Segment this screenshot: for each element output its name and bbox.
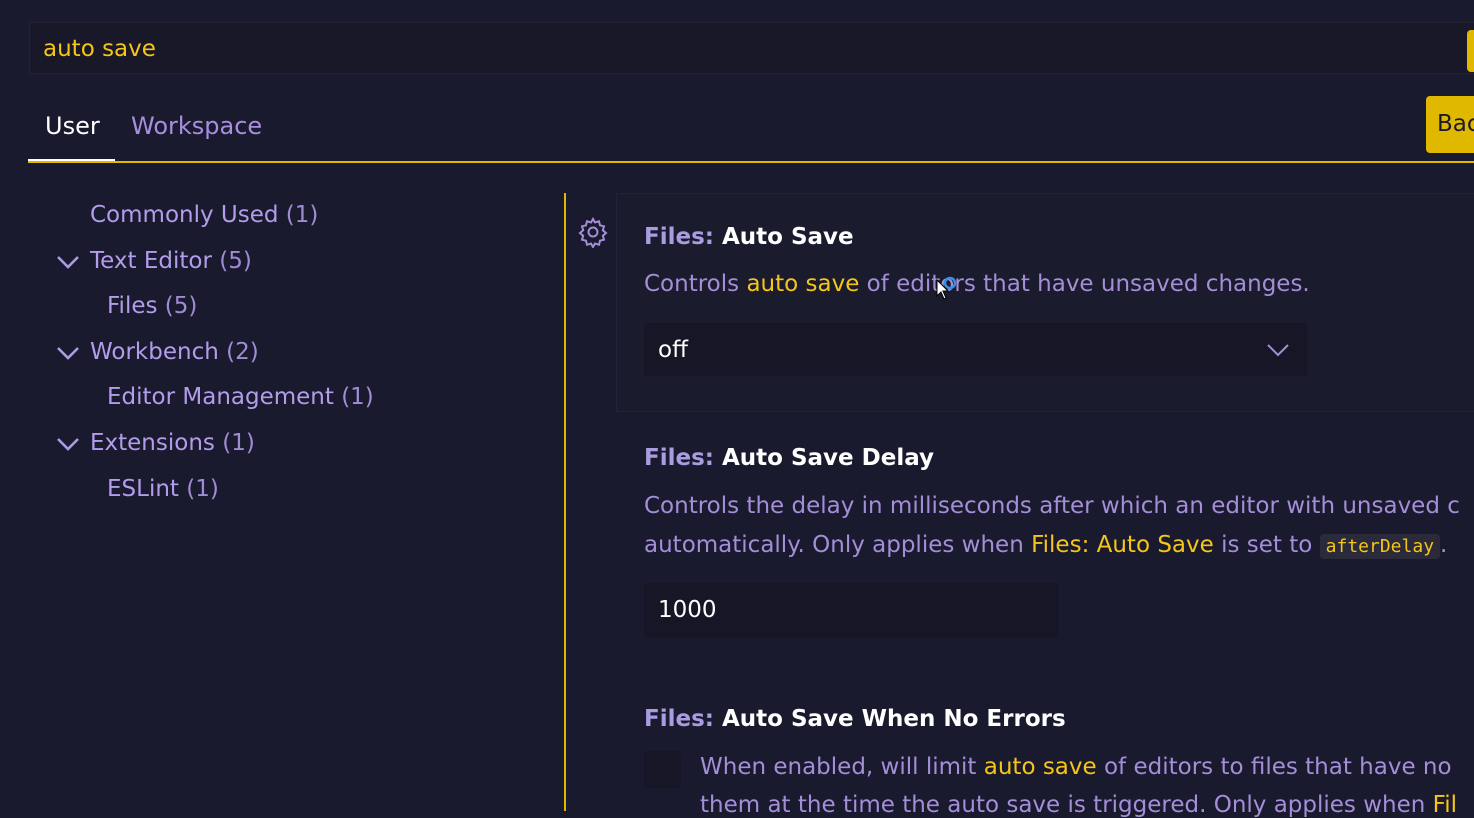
setting-description-auto-save-delay: Controls the delay in milliseconds after… (644, 493, 1460, 519)
auto-save-delay-input[interactable]: 1000 (644, 583, 1058, 638)
setting-description-auto-save-when-no-errors: When enabled, will limit auto save of ed… (700, 754, 1452, 780)
chevron-down-icon[interactable] (56, 432, 80, 456)
mouse-cursor-icon (936, 276, 957, 300)
tab-workspace[interactable]: Workspace (131, 112, 262, 140)
gear-icon[interactable] (577, 216, 609, 248)
toc-item-editor-management[interactable]: Editor Management (1) (107, 384, 374, 410)
toc-item-commonly-used[interactable]: Commonly Used (1) (90, 202, 318, 228)
setting-title-auto-save: Files: Auto Save (644, 224, 854, 250)
tab-user[interactable]: User (45, 112, 100, 140)
setting-description-auto-save-when-no-errors-line2: them at the time the auto save is trigge… (700, 792, 1457, 818)
backup-sync-button[interactable]: Bac (1426, 96, 1474, 153)
setting-title-auto-save-delay: Files: Auto Save Delay (644, 445, 935, 471)
setting-link[interactable]: Files: Auto Save (1031, 532, 1214, 558)
chevron-down-icon (1267, 344, 1289, 357)
setting-description-auto-save: Controls auto save of editors that have … (644, 271, 1310, 297)
tabs-divider (28, 161, 1474, 163)
toc-item-eslint[interactable]: ESLint (1) (107, 476, 219, 502)
input-value: 1000 (658, 597, 717, 623)
setting-title-auto-save-when-no-errors: Files: Auto Save When No Errors (644, 706, 1066, 732)
toc-item-workbench[interactable]: Workbench (2) (90, 339, 259, 365)
toc-item-text-editor[interactable]: Text Editor (5) (90, 248, 252, 274)
focus-indicator-line (564, 193, 566, 811)
toc-item-extensions[interactable]: Extensions (1) (90, 430, 255, 456)
chevron-down-icon[interactable] (56, 341, 80, 365)
auto-save-when-no-errors-checkbox[interactable] (644, 751, 681, 788)
search-action-button[interactable] (1467, 30, 1474, 72)
setting-description-auto-save-delay-line2: automatically. Only applies when Files: … (644, 532, 1448, 559)
chevron-down-icon[interactable] (56, 250, 80, 274)
toc-item-files[interactable]: Files (5) (107, 293, 197, 319)
settings-search-input[interactable]: auto save (29, 22, 1474, 74)
auto-save-select[interactable]: off (644, 323, 1307, 376)
select-value: off (658, 337, 688, 363)
search-query: auto save (43, 36, 156, 62)
